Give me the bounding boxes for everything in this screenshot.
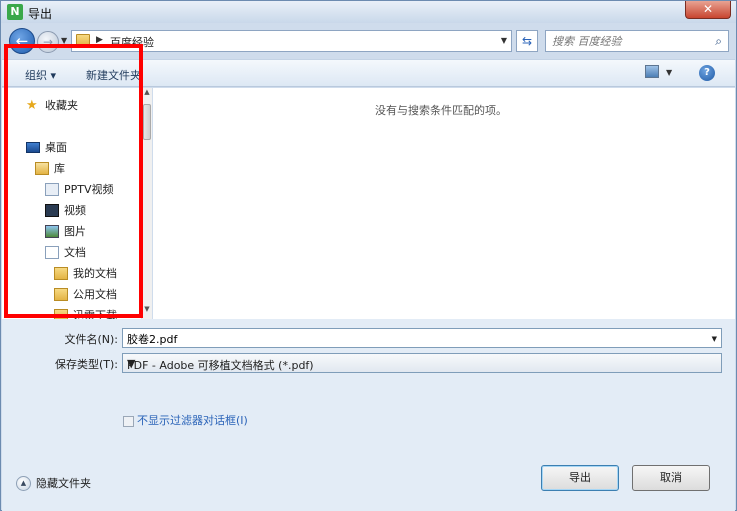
- no-filter-dialog-label[interactable]: 不显示过滤器对话框(I): [137, 414, 257, 428]
- window-title: 导出: [28, 7, 53, 21]
- navigation-pane: ★ 收藏夹 桌面 库 PPTV视频 视频 图片 文档 我的文档 公用文档 迅雷下…: [2, 88, 152, 319]
- help-icon[interactable]: ?: [699, 65, 715, 81]
- address-row: ← → ▼ ▶ 百度经验 ▼ ⇆ ⌕: [1, 25, 736, 57]
- nav-item-label: 收藏夹: [45, 99, 78, 112]
- filename-combobox[interactable]: ▼: [122, 328, 722, 348]
- nav-item-pictures[interactable]: 图片: [45, 222, 86, 240]
- search-input[interactable]: [552, 32, 702, 50]
- back-button[interactable]: ←: [9, 28, 35, 54]
- nav-item-label: 迅雷下载: [73, 309, 117, 319]
- forward-button[interactable]: →: [37, 31, 59, 53]
- scroll-down-icon[interactable]: ▼: [142, 305, 152, 317]
- folder-icon: [76, 34, 90, 47]
- desktop-icon: [26, 141, 40, 153]
- nav-item-public-documents[interactable]: 公用文档: [54, 285, 117, 303]
- nav-item-videos[interactable]: 视频: [45, 201, 86, 219]
- search-box[interactable]: ⌕: [545, 30, 729, 52]
- command-toolbar: 组织 ▾ 新建文件夹 ▼ ?: [2, 59, 735, 87]
- chevron-up-icon: ▲: [16, 475, 31, 491]
- chevron-down-icon[interactable]: ▼: [127, 357, 717, 370]
- nav-item-libraries[interactable]: 库: [35, 159, 65, 177]
- nav-item-favorites[interactable]: ★ 收藏夹: [26, 96, 78, 114]
- refresh-icon: ⇆: [521, 34, 533, 48]
- close-button[interactable]: ✕: [685, 1, 731, 19]
- scroll-up-icon[interactable]: ▲: [142, 88, 152, 100]
- picture-icon: [45, 224, 59, 238]
- view-dropdown-icon[interactable]: ▼: [666, 68, 672, 77]
- history-dropdown[interactable]: ▼: [61, 36, 67, 45]
- address-dropdown-icon[interactable]: ▼: [501, 36, 507, 45]
- nav-item-label: 库: [54, 162, 65, 175]
- empty-message: 没有与搜索条件匹配的项。: [375, 104, 507, 117]
- scroll-thumb[interactable]: [143, 104, 151, 140]
- video-icon: [45, 203, 59, 217]
- arrow-left-icon: ←: [15, 32, 29, 50]
- nav-item-label: 文档: [64, 246, 86, 259]
- filetype-label: 保存类型(T):: [54, 358, 118, 371]
- file-list[interactable]: 没有与搜索条件匹配的项。: [153, 88, 735, 319]
- star-icon: ★: [26, 97, 38, 113]
- new-folder-button[interactable]: 新建文件夹: [86, 67, 141, 83]
- hide-folders-label: 隐藏文件夹: [36, 477, 91, 490]
- folder-icon: [54, 308, 68, 319]
- view-icon[interactable]: [645, 65, 659, 78]
- nav-item-my-documents[interactable]: 我的文档: [54, 264, 117, 282]
- title-bar: N 导出 ✕: [1, 1, 736, 23]
- hide-folders-toggle[interactable]: ▲ 隐藏文件夹: [16, 475, 91, 491]
- save-options-panel: 文件名(N): ▼ 保存类型(T): PDF - Adobe 可移植文档格式 (…: [2, 319, 735, 511]
- library-icon: [35, 161, 49, 175]
- nav-item-partial[interactable]: 迅雷下载: [54, 306, 117, 319]
- chevron-down-icon: ▼: [61, 36, 68, 45]
- nav-item-pptv-video[interactable]: PPTV视频: [45, 180, 114, 198]
- nav-item-documents[interactable]: 文档: [45, 243, 86, 261]
- search-icon[interactable]: ⌕: [715, 34, 722, 49]
- pptv-library-icon: [45, 182, 59, 196]
- nav-item-label: 图片: [64, 225, 86, 238]
- app-icon: N: [7, 4, 23, 20]
- refresh-button[interactable]: ⇆: [516, 30, 538, 52]
- filename-label: 文件名(N):: [64, 333, 118, 346]
- nav-item-label: 公用文档: [73, 288, 117, 301]
- export-dialog: N 导出 ✕ ← → ▼ ▶ 百度经验 ▼ ⇆ ⌕ 组织 ▾ 新建文件夹 ▼ ?…: [0, 0, 737, 511]
- filename-input[interactable]: [127, 330, 687, 347]
- no-filter-dialog-checkbox[interactable]: [123, 416, 134, 427]
- folder-icon: [54, 287, 68, 301]
- organize-button[interactable]: 组织 ▾: [25, 67, 56, 83]
- cancel-button[interactable]: 取消: [632, 465, 710, 491]
- nav-item-label: 我的文档: [73, 267, 117, 280]
- export-button[interactable]: 导出: [541, 465, 619, 491]
- document-icon: [45, 245, 59, 259]
- nav-item-label: 视频: [64, 204, 86, 217]
- nav-item-desktop[interactable]: 桌面: [26, 138, 67, 156]
- breadcrumb[interactable]: 百度经验: [110, 34, 154, 50]
- folder-icon: [54, 266, 68, 280]
- nav-item-label: PPTV视频: [64, 183, 114, 196]
- nav-scrollbar[interactable]: ▲ ▼: [141, 88, 152, 319]
- nav-item-label: 桌面: [45, 141, 67, 154]
- arrow-right-icon: →: [42, 35, 54, 49]
- chevron-down-icon[interactable]: ▼: [712, 335, 717, 343]
- address-bar[interactable]: ▶ 百度经验 ▼: [71, 30, 512, 52]
- breadcrumb-arrow-icon[interactable]: ▶: [96, 35, 103, 45]
- filetype-select[interactable]: PDF - Adobe 可移植文档格式 (*.pdf) ▼: [122, 353, 722, 373]
